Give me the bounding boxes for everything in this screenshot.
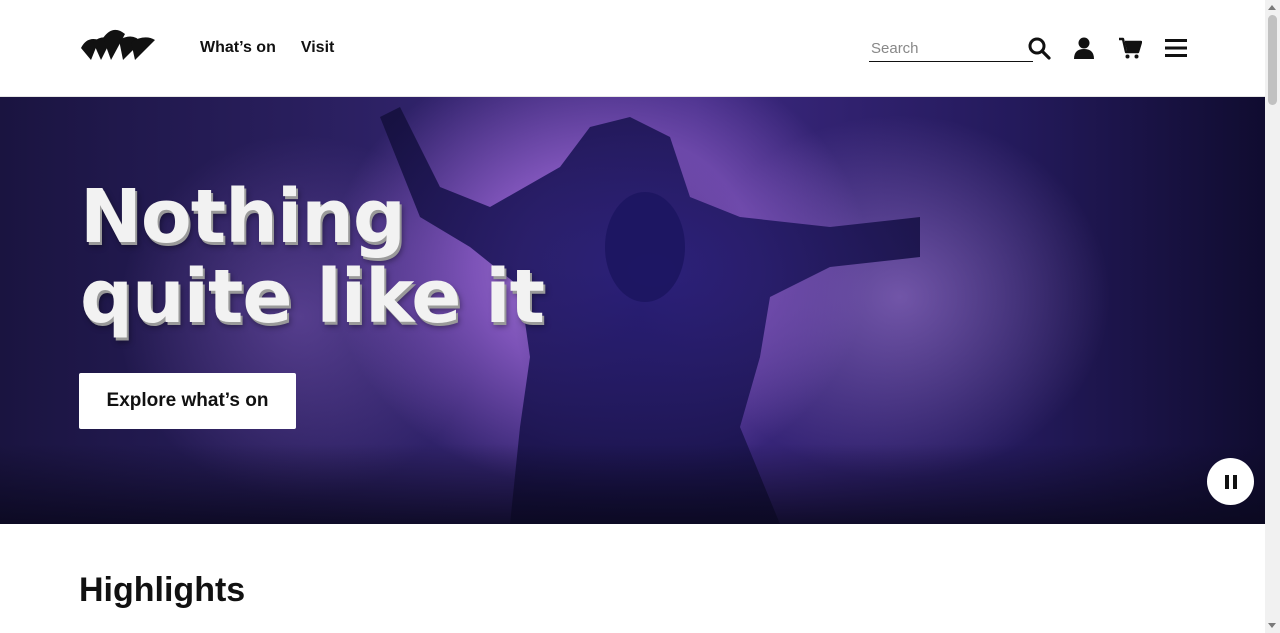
- headline-line-1: Nothing: [80, 174, 406, 260]
- hero-banner: Nothing quite like it Explore what’s on: [0, 97, 1265, 524]
- scroll-down-arrow-icon[interactable]: [1268, 623, 1276, 628]
- site-header: What’s on Visit: [0, 0, 1265, 97]
- main-nav: What’s on Visit: [200, 38, 334, 58]
- cart-icon[interactable]: [1118, 36, 1142, 60]
- pause-video-button[interactable]: [1207, 458, 1254, 505]
- hero-headline: Nothing quite like it: [80, 174, 545, 340]
- user-icon[interactable]: [1072, 36, 1096, 60]
- highlights-heading: Highlights: [79, 571, 246, 609]
- page-scrollbar[interactable]: [1265, 0, 1280, 633]
- nav-whats-on[interactable]: What’s on: [200, 38, 276, 58]
- headline-line-2: quite like it: [80, 254, 545, 340]
- nav-visit[interactable]: Visit: [301, 38, 335, 58]
- pause-icon: [1224, 474, 1237, 489]
- search-input[interactable]: [869, 36, 1033, 62]
- menu-icon[interactable]: [1164, 36, 1188, 60]
- scroll-up-arrow-icon[interactable]: [1268, 5, 1276, 10]
- search-icon[interactable]: [1027, 36, 1051, 60]
- scroll-thumb[interactable]: [1268, 15, 1277, 105]
- explore-whats-on-button[interactable]: Explore what’s on: [79, 373, 296, 429]
- opera-house-logo[interactable]: [79, 26, 155, 62]
